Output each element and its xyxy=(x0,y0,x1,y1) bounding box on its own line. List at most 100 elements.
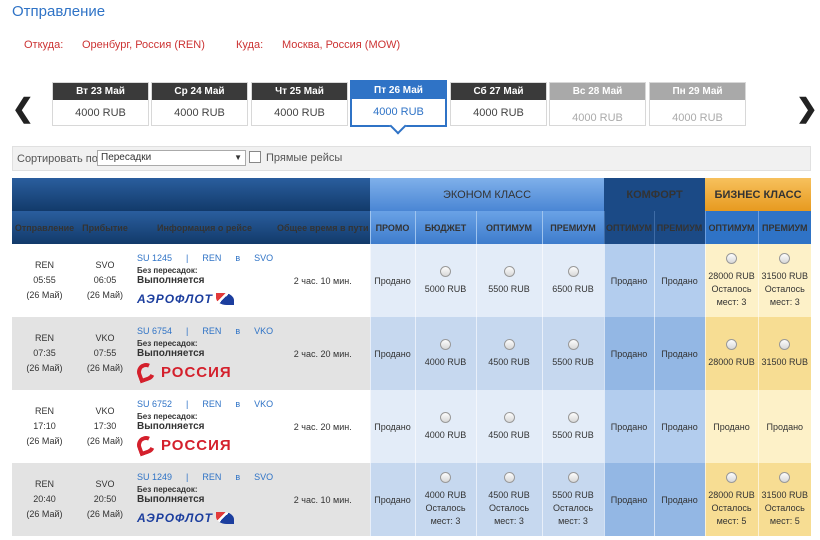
sold-out-label: Продано xyxy=(610,348,648,359)
direct-flights-checkbox[interactable] xyxy=(249,151,261,163)
fare-cell[interactable]: 28000 RUB Осталось мест: 5 xyxy=(704,463,759,536)
fare-cell[interactable]: 4000 RUB xyxy=(414,390,476,463)
date-tab-label: Вс 28 Май xyxy=(550,83,645,100)
radio-button-icon[interactable] xyxy=(726,338,738,350)
duration-cell: 2 час. 10 мин. xyxy=(276,463,370,536)
economy-fare-header-1: БЮДЖЕТ xyxy=(414,211,476,244)
fare-price: 5500 RUB xyxy=(552,489,594,500)
fare-cell[interactable]: 4000 RUB xyxy=(414,317,476,390)
direct-flights-label: Прямые рейсы xyxy=(266,152,343,164)
col-duration[interactable]: Общее время в пути xyxy=(276,211,370,244)
flight-separator: | xyxy=(186,472,189,482)
date-tab-label: Пт 26 Май xyxy=(352,82,445,99)
flight-number-link[interactable]: SU 6752 xyxy=(137,399,172,409)
fare-cell[interactable]: 31500 RUB xyxy=(757,317,811,390)
fare-cell[interactable]: 4500 RUB xyxy=(475,317,542,390)
stops-info: Без пересадок: xyxy=(137,339,198,348)
radio-button-icon[interactable] xyxy=(779,471,791,483)
dep-date: (26 Май) xyxy=(26,363,63,373)
fare-cell[interactable]: 5500 RUB xyxy=(475,244,542,317)
fare-cell[interactable]: 5000 RUB xyxy=(414,244,476,317)
fare-cell: Продано xyxy=(757,390,811,463)
fare-cell: Продано xyxy=(369,390,415,463)
chevron-left-icon[interactable]: ❮ xyxy=(12,95,34,121)
sort-label: Сортировать по xyxy=(17,153,98,165)
fare-cell[interactable]: 31500 RUB Осталось мест: 5 xyxy=(757,463,811,536)
date-tab-label: Ср 24 Май xyxy=(152,83,247,100)
sold-out-label: Продано xyxy=(374,348,411,359)
route-from-link[interactable]: REN xyxy=(202,399,221,409)
fare-cell: Продано xyxy=(603,390,655,463)
sold-out-label: Продано xyxy=(661,275,698,286)
radio-button-icon[interactable] xyxy=(503,411,515,423)
radio-button-icon[interactable] xyxy=(503,265,515,277)
flight-number-link[interactable]: SU 1249 xyxy=(137,472,172,482)
route-from-link[interactable]: REN xyxy=(202,253,221,263)
fare-cell[interactable]: 6500 RUB xyxy=(541,244,605,317)
date-tab-0[interactable]: Вт 23 Май 4000 RUB xyxy=(52,82,149,126)
date-tab-3[interactable]: Пт 26 Май 4000 RUB xyxy=(350,80,447,127)
col-arrival[interactable]: Прибытие xyxy=(77,211,133,244)
date-tab-1[interactable]: Ср 24 Май 4000 RUB xyxy=(151,82,248,126)
radio-button-icon[interactable] xyxy=(567,265,579,277)
comfort-class-header: КОМФОРТ xyxy=(604,178,706,211)
dep-time: 20:40 xyxy=(33,494,56,504)
fare-cell[interactable]: 5500 RUB xyxy=(541,317,605,390)
route-to-link[interactable]: SVO xyxy=(254,253,273,263)
radio-button-icon[interactable] xyxy=(440,411,451,423)
flight-number-link[interactable]: SU 1245 xyxy=(137,253,172,263)
arr-date: (26 Май) xyxy=(86,363,124,373)
sort-select[interactable]: Пересадки ▼ xyxy=(97,150,246,166)
date-tab-4[interactable]: Сб 27 Май 4000 RUB xyxy=(450,82,547,126)
arr-code: SVO xyxy=(95,260,115,270)
radio-button-icon[interactable] xyxy=(440,338,451,350)
rossiya-mark-icon xyxy=(134,360,158,384)
route-from-link[interactable]: REN xyxy=(202,472,221,482)
fare-cell: Продано xyxy=(369,317,415,390)
radio-button-icon[interactable] xyxy=(779,338,791,350)
arr-code: VKO xyxy=(95,333,115,343)
sold-out-label: Продано xyxy=(610,494,648,505)
radio-button-icon[interactable] xyxy=(440,265,451,277)
airline-name: РОССИЯ xyxy=(161,436,232,454)
flight-number-link[interactable]: SU 6754 xyxy=(137,326,172,336)
col-departure[interactable]: Отправление xyxy=(12,211,77,244)
fare-cell: Продано xyxy=(369,244,415,317)
fare-cell[interactable]: 28000 RUB xyxy=(704,317,759,390)
radio-button-icon[interactable] xyxy=(503,338,515,350)
dep-date: (26 Май) xyxy=(26,436,63,446)
radio-button-icon[interactable] xyxy=(726,471,738,483)
route-to-link[interactable]: VKO xyxy=(254,399,273,409)
route-to-link[interactable]: SVO xyxy=(254,472,273,482)
departure-cell: REN 20:40 (26 Май) xyxy=(12,463,77,536)
seats-left-label: Осталось xyxy=(552,502,594,513)
route-from-link[interactable]: REN xyxy=(202,326,221,336)
fare-cell[interactable]: 5500 RUB Осталось мест: 3 xyxy=(541,463,605,536)
date-tab-price: 4000 RUB xyxy=(75,107,126,119)
to-label: Куда: xyxy=(236,39,264,51)
fare-cell[interactable]: 31500 RUB Осталось мест: 3 xyxy=(757,244,811,317)
chevron-right-icon[interactable]: ❯ xyxy=(796,95,818,121)
fare-cell: Продано xyxy=(603,463,655,536)
radio-button-icon[interactable] xyxy=(440,471,451,483)
fare-cell[interactable]: 4500 RUB Осталось мест: 3 xyxy=(475,463,542,536)
fare-cell[interactable]: 4500 RUB xyxy=(475,390,542,463)
fare-price: 4500 RUB xyxy=(488,489,530,500)
date-tab-2[interactable]: Чт 25 Май 4000 RUB xyxy=(251,82,348,126)
radio-button-icon[interactable] xyxy=(779,252,791,264)
fare-price: 5000 RUB xyxy=(424,283,467,294)
radio-button-icon[interactable] xyxy=(503,471,515,483)
duration-cell: 2 час. 20 мин. xyxy=(276,317,370,390)
radio-button-icon[interactable] xyxy=(567,411,579,423)
radio-button-icon[interactable] xyxy=(726,252,738,264)
seats-left-count: мест: 5 xyxy=(769,515,800,526)
radio-button-icon[interactable] xyxy=(567,338,579,350)
fare-cell[interactable]: 5500 RUB xyxy=(541,390,605,463)
fare-cell[interactable]: 4000 RUB Осталось мест: 3 xyxy=(414,463,476,536)
caret-down-icon: ▼ xyxy=(234,153,242,162)
radio-button-icon[interactable] xyxy=(567,471,579,483)
fare-cell[interactable]: 28000 RUB Осталось мест: 3 xyxy=(704,244,759,317)
flight-info-cell: SU 1245 | REN в SVO Без пересадок: Выполняется… xyxy=(133,244,276,317)
route-to-link[interactable]: VKO xyxy=(254,326,273,336)
flight-route-line: SU 1245 | REN в SVO xyxy=(137,253,276,263)
